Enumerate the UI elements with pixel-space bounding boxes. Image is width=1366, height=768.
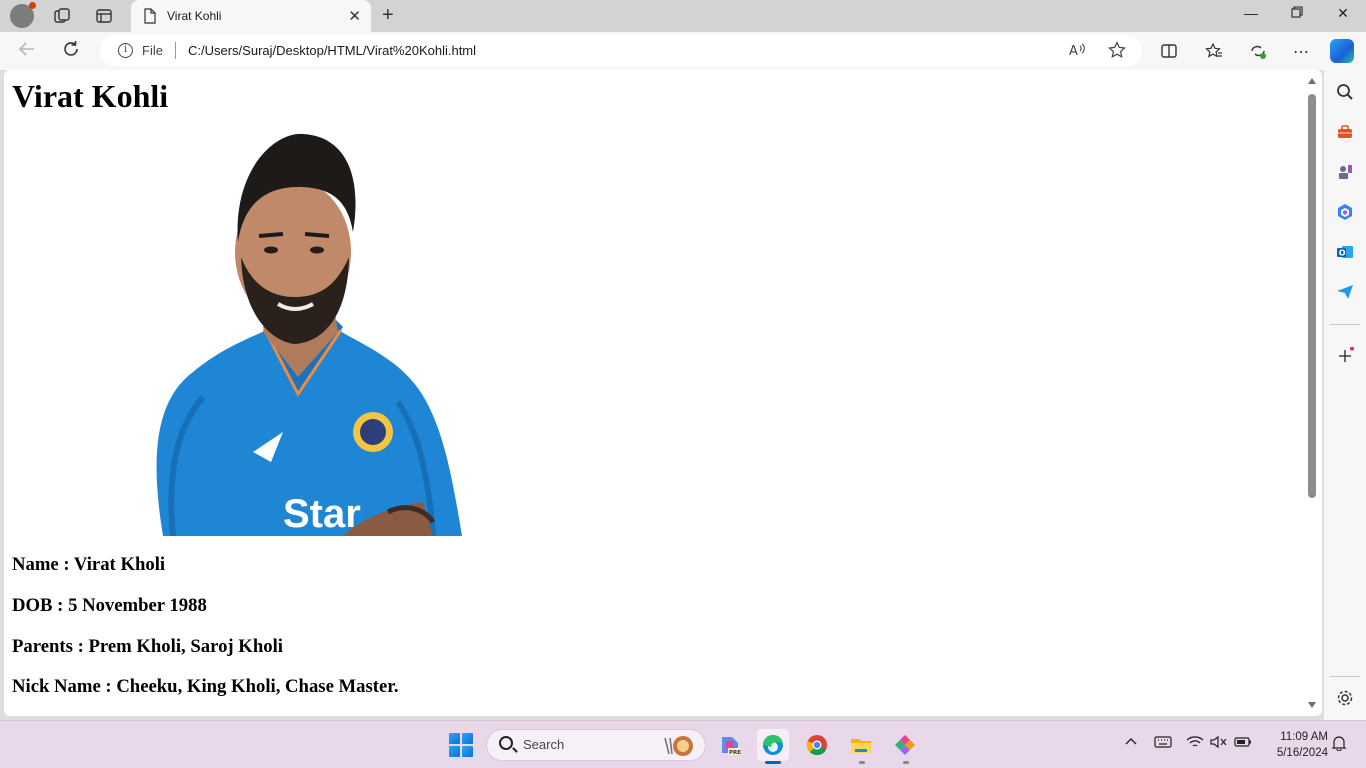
games-icon[interactable] — [1335, 162, 1355, 182]
show-hidden-icons-chevron-icon[interactable] — [1125, 735, 1137, 751]
copilot-icon[interactable] — [1330, 39, 1354, 63]
taskbar-search-box[interactable]: Search — [486, 729, 706, 761]
search-icon — [499, 736, 513, 750]
browser-toolbar: i File C:/Users/Suraj/Desktop/HTML/Virat… — [0, 32, 1366, 70]
svg-text:O: O — [1339, 249, 1346, 258]
chrome-app-icon[interactable] — [801, 729, 833, 761]
address-bar[interactable]: i File C:/Users/Suraj/Desktop/HTML/Virat… — [100, 35, 1142, 66]
windows-start-icon[interactable] — [449, 733, 473, 757]
volume-muted-icon[interactable] — [1210, 735, 1228, 752]
settings-icon[interactable] — [1335, 688, 1355, 708]
page-heading: Virat Kohli — [12, 78, 169, 114]
browser-essentials-icon[interactable] — [1249, 42, 1267, 65]
refresh-icon[interactable] — [62, 40, 80, 63]
clock-time: 11:09 AM — [1280, 731, 1328, 743]
svg-text:A: A — [1069, 44, 1078, 59]
player-photo: Star — [133, 132, 462, 536]
workspaces-icon[interactable] — [50, 4, 74, 28]
edge-active-indicator — [765, 761, 781, 764]
read-aloud-icon[interactable]: A — [1068, 41, 1086, 64]
search-placeholder: Search — [523, 737, 565, 752]
scroll-up-arrow-icon[interactable] — [1308, 78, 1316, 84]
copilot-preview-app-icon[interactable]: PRE — [714, 729, 746, 761]
edge-sidebar: O — [1324, 70, 1366, 720]
outlook-icon[interactable]: O — [1335, 242, 1355, 262]
page-viewport: Virat Kohli Star Name: Virat Kholi DOB … — [4, 70, 1322, 716]
sidebar-divider — [1330, 324, 1360, 325]
restore-icon[interactable] — [1274, 5, 1320, 21]
vertical-scrollbar[interactable] — [1308, 78, 1316, 708]
search-highlight-icon — [659, 734, 697, 758]
info-nickname: Nick Name : Cheeku, King Kholi, Chase Ma… — [12, 676, 399, 697]
snipping-running-indicator — [903, 761, 909, 764]
url-text[interactable]: C:/Users/Suraj/Desktop/HTML/Virat%20Kohl… — [188, 43, 476, 58]
tab-title: Virat Kohli — [167, 9, 222, 23]
split-screen-icon[interactable] — [1160, 42, 1178, 65]
info-dob: DOB : 5 November 1988 — [12, 595, 207, 616]
more-options-icon[interactable]: ⋯ — [1293, 42, 1309, 62]
back-icon[interactable] — [18, 40, 36, 63]
scroll-thumb[interactable] — [1308, 94, 1316, 498]
file-explorer-running-indicator — [859, 761, 865, 764]
search-icon[interactable] — [1335, 82, 1355, 102]
notifications-bell-icon[interactable] — [1331, 735, 1347, 754]
svg-text:PRE: PRE — [729, 750, 741, 756]
info-parents: Parents : Prem Kholi, Saroj Kholi — [12, 636, 283, 657]
edge-app-icon[interactable] — [757, 729, 789, 761]
microsoft-365-icon[interactable] — [1335, 202, 1355, 222]
sidebar-divider — [1330, 676, 1360, 677]
add-icon[interactable] — [1335, 346, 1355, 366]
taskbar: Search PRE 11:09 AM 5/16/2024 — [0, 720, 1366, 768]
wifi-icon[interactable] — [1186, 735, 1204, 752]
new-tab-icon[interactable]: + — [382, 4, 394, 27]
info-icon[interactable]: i — [118, 43, 133, 58]
close-window-icon[interactable]: ✕ — [1320, 5, 1366, 22]
system-clock[interactable]: 11:09 AM 5/16/2024 — [1262, 729, 1328, 761]
favorite-star-icon[interactable] — [1108, 41, 1126, 64]
keyboard-icon[interactable] — [1154, 735, 1172, 752]
clock-date: 5/16/2024 — [1276, 747, 1328, 759]
close-tab-icon[interactable]: ✕ — [348, 7, 361, 25]
tab-actions-icon[interactable] — [92, 4, 116, 28]
tab-virat-kohli[interactable]: Virat Kohli ✕ — [131, 0, 371, 32]
minimize-icon[interactable]: — — [1228, 5, 1274, 21]
profile-avatar-icon[interactable] — [10, 2, 36, 28]
page-icon — [144, 8, 156, 24]
svg-text:Star: Star — [283, 492, 361, 536]
file-explorer-app-icon[interactable] — [845, 729, 877, 761]
scroll-down-arrow-icon[interactable] — [1308, 702, 1316, 708]
favorites-icon[interactable] — [1205, 42, 1223, 65]
battery-icon[interactable] — [1234, 735, 1252, 752]
info-name: Name : Virat Kholi — [12, 554, 166, 575]
address-scheme-label: File — [142, 43, 163, 58]
send-icon[interactable] — [1335, 282, 1355, 302]
tools-icon[interactable] — [1335, 122, 1355, 142]
title-bar: Virat Kohli ✕ + — ✕ — [0, 0, 1366, 32]
snipping-app-icon[interactable] — [889, 729, 921, 761]
address-separator — [175, 42, 176, 59]
